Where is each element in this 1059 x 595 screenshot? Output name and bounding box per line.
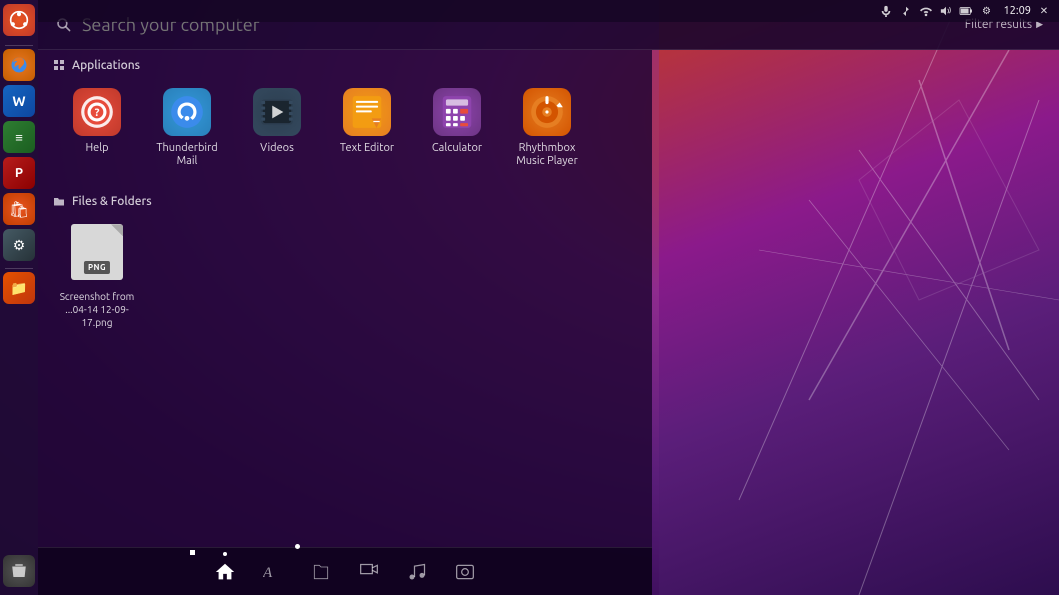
close-icon[interactable]: ✕ [1037,4,1051,18]
applications-section-label: Applications [72,59,140,72]
dash-bottom-home[interactable] [211,558,239,586]
dash-bottom-video[interactable] [355,558,383,586]
settings-topbar-icon[interactable]: ⚙ [979,4,993,18]
launcher-icon-software-center[interactable]: 🛍 [3,193,35,225]
app-icon-rhythmbox [523,88,571,136]
launcher-icon-firefox[interactable] [3,49,35,81]
app-item-thunderbird[interactable]: Thunderbird Mail [142,80,232,176]
file-item-screenshot[interactable]: PNG Screenshot from...04-14 12-09-17.png [52,216,142,337]
app-icon-videos [253,88,301,136]
dash-bottom-applications[interactable]: A [259,558,287,586]
network-icon[interactable] [919,4,933,18]
app-label-calculator: Calculator [432,142,482,155]
dash-bottom-music[interactable] [403,558,431,586]
dash-bottom-files[interactable] [307,558,335,586]
bluetooth-icon[interactable] [899,4,913,18]
launcher-divider-2 [5,268,33,269]
app-icon-help: ? [73,88,121,136]
app-label-help: Help [85,142,108,155]
app-icon-calculator [433,88,481,136]
app-item-videos[interactable]: Videos [232,80,322,176]
microphone-icon[interactable] [879,4,893,18]
app-item-rhythmbox[interactable]: Rhythmbox Music Player [502,80,592,176]
svg-text:?: ? [95,107,100,119]
topbar-time: 12:09 [1003,5,1031,17]
files-section-header: Files & Folders [38,186,652,212]
app-label-text-editor: Text Editor [340,142,394,155]
dash-bottom-bar: A [38,547,652,595]
applications-section-header: Applications [38,50,652,76]
battery-icon[interactable] [959,4,973,18]
app-icon-text-editor [343,88,391,136]
launcher-divider-1 [5,45,33,46]
files-section-icon [52,194,66,208]
launcher-icon-writer[interactable]: W [3,85,35,117]
dash-content: Applications ? Help [38,50,652,595]
launcher-icon-system-settings[interactable]: ⚙ [3,229,35,261]
app-label-thunderbird: Thunderbird Mail [147,142,227,168]
app-item-help[interactable]: ? Help [52,80,142,176]
file-label-screenshot: Screenshot from...04-14 12-09-17.png [57,290,137,329]
launcher: W ≡ P 🛍 ⚙ 📁 [0,0,38,595]
files-section-label: Files & Folders [72,195,152,208]
applications-section-icon [52,58,66,72]
launcher-icon-files[interactable]: 📁 [3,272,35,304]
app-item-calculator[interactable]: Calculator [412,80,502,176]
files-grid: PNG Screenshot from...04-14 12-09-17.png [38,212,652,347]
svg-text:A: A [263,565,273,581]
home-active-dot [295,544,300,549]
app-grid: ? Help Thunderbird Mail [38,76,652,186]
topbar-indicators: ⚙ 12:09 ✕ [879,4,1051,18]
dash-bottom-photos[interactable] [451,558,479,586]
desktop-window [659,0,1059,595]
app-item-text-editor[interactable]: Text Editor [322,80,412,176]
app-label-rhythmbox: Rhythmbox Music Player [507,142,587,168]
app-icon-thunderbird [163,88,211,136]
volume-icon[interactable] [939,4,953,18]
launcher-icon-trash[interactable] [3,555,35,587]
launcher-icon-calc[interactable]: ≡ [3,121,35,153]
file-icon-screenshot: PNG [71,224,123,280]
topbar: ⚙ 12:09 ✕ [38,0,1059,22]
launcher-icon-impress[interactable]: P [3,157,35,189]
launcher-icon-ubuntu[interactable] [3,4,35,36]
app-label-videos: Videos [260,142,294,155]
